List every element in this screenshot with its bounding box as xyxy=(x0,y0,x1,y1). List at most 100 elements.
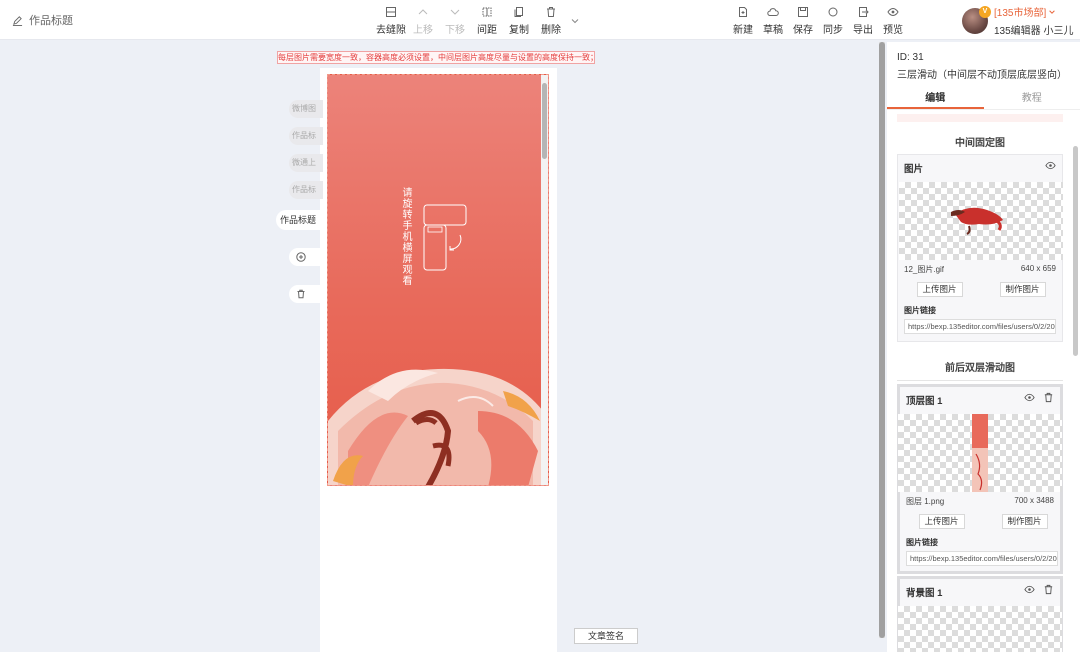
image-card: 图片 12_图片.gif 640 x 659 上传图片 制作图片 图片链接 ht… xyxy=(897,154,1063,342)
card-title: 顶层图 1 xyxy=(906,396,943,407)
eye-icon[interactable] xyxy=(1024,392,1035,403)
move-up-button[interactable]: 上移 xyxy=(410,4,436,36)
copy-icon xyxy=(514,7,523,17)
image-link-input[interactable]: https://bexp.135editor.com/files/users/0… xyxy=(904,319,1056,334)
spacing-icon xyxy=(482,7,492,17)
move-up-label: 上移 xyxy=(413,25,433,36)
arrow-down-icon xyxy=(450,9,460,15)
move-down-label: 下移 xyxy=(445,25,465,36)
export-label: 导出 xyxy=(853,25,873,36)
panel-divider xyxy=(897,114,1063,122)
eye-icon xyxy=(887,7,899,17)
rotate-phone-icon xyxy=(423,204,467,271)
file-tools: 新建 草稿 保存 同步 导出 预览 xyxy=(730,4,906,36)
spacing-label: 间距 xyxy=(477,25,497,36)
trash-icon[interactable] xyxy=(1043,584,1054,595)
cloud-icon xyxy=(767,8,779,16)
user-market-text: [135市场部] xyxy=(994,8,1047,19)
image-link-label: 图片链接 xyxy=(904,306,936,315)
remove-gap-label: 去缝隙 xyxy=(376,25,406,36)
eye-icon[interactable] xyxy=(1045,160,1056,171)
make-image-button[interactable]: 制作图片 xyxy=(1001,514,1048,529)
copy-button[interactable]: 复制 xyxy=(506,4,532,36)
image-link-input[interactable]: https://bexp.135editor.com/files/users/0… xyxy=(906,551,1058,566)
make-image-button[interactable]: 制作图片 xyxy=(999,282,1046,297)
trash-icon xyxy=(547,7,555,17)
image-thumbnail[interactable] xyxy=(898,606,1062,652)
sync-label: 同步 xyxy=(823,25,843,36)
avatar[interactable]: V xyxy=(962,5,991,34)
flower-illustration xyxy=(328,368,543,485)
doc-title-text: 作品标题 xyxy=(29,15,73,27)
delete-button[interactable]: 删除 xyxy=(538,4,564,36)
plus-circle-icon xyxy=(296,252,306,262)
user-market[interactable]: [135市场部] xyxy=(994,4,1073,19)
user-name: 135编辑器 小三儿 xyxy=(994,26,1074,37)
spacing-button[interactable]: 间距 xyxy=(474,4,500,36)
panel-tabs: 编辑 教程 xyxy=(887,90,1080,110)
new-label: 新建 xyxy=(733,25,753,36)
edit-tools: 去缝隙 上移 下移 间距 复制 删除 xyxy=(376,4,580,36)
eye-icon[interactable] xyxy=(1024,584,1035,595)
grid-icon xyxy=(386,7,396,17)
settings-panel: ID: 31 三层滑动（中间层不动顶层底层竖向） 编辑 教程 中间固定图 图片 … xyxy=(887,42,1080,652)
tab-tutorial[interactable]: 教程 xyxy=(984,90,1080,109)
delete-label: 删除 xyxy=(541,25,561,36)
new-button[interactable]: 新建 xyxy=(730,4,756,36)
remove-gap-button[interactable]: 去缝隙 xyxy=(376,4,406,36)
card-title: 背景图 1 xyxy=(906,588,943,599)
file-size: 640 x 659 xyxy=(1020,264,1056,273)
image-thumbnail[interactable] xyxy=(899,182,1063,260)
pencil-icon xyxy=(12,15,23,26)
chevron-down-icon[interactable] xyxy=(570,16,580,26)
preview-label: 预览 xyxy=(883,25,903,36)
top-layer-card: 顶层图 1 图层 1.png 700 x 3488 上传图片 制作图片 图片链接… xyxy=(897,384,1063,574)
section-title-double: 前后双层滑动图 xyxy=(897,359,1063,381)
section-title-fixed: 中间固定图 xyxy=(897,134,1063,156)
doc-title[interactable]: 作品标题 xyxy=(12,12,73,28)
panel-scrollbar[interactable] xyxy=(1073,146,1078,356)
side-tab-4[interactable]: 作品标 xyxy=(289,181,323,199)
top-toolbar: 作品标题 去缝隙 上移 下移 间距 复制 删除 新建 草稿 保存 同步 导出 预… xyxy=(0,0,1080,40)
trash-icon[interactable] xyxy=(1043,392,1054,403)
user-menu[interactable]: V [135市场部] 135编辑器 小三儿 xyxy=(962,4,1073,37)
sync-button[interactable]: 同步 xyxy=(820,4,846,36)
image-preview xyxy=(972,414,988,492)
move-down-button[interactable]: 下移 xyxy=(442,4,468,36)
draft-label: 草稿 xyxy=(763,25,783,36)
upload-image-button[interactable]: 上传图片 xyxy=(916,282,963,297)
trash-icon xyxy=(297,289,305,299)
export-icon xyxy=(859,7,869,17)
canvas-scrollbar[interactable] xyxy=(879,42,885,638)
background-layer-card: 背景图 1 xyxy=(897,576,1063,652)
chevron-down-icon xyxy=(1049,9,1056,14)
side-tab-2[interactable]: 作品标 xyxy=(289,127,323,145)
save-label: 保存 xyxy=(793,25,813,36)
template-id: ID: 31 xyxy=(897,52,924,63)
side-tab-3[interactable]: 微通上 xyxy=(289,154,323,172)
save-button[interactable]: 保存 xyxy=(790,4,816,36)
file-name: 图层 1.png xyxy=(906,497,945,506)
side-tab-1[interactable]: 微博图 xyxy=(289,100,323,118)
phone-scrollbar[interactable] xyxy=(541,75,548,485)
sync-icon xyxy=(828,7,838,17)
template-description: 三层滑动（中间层不动顶层底层竖向） xyxy=(897,70,1067,81)
add-section-button[interactable] xyxy=(289,248,323,266)
new-file-icon xyxy=(739,7,747,17)
side-tab-active[interactable]: 作品标题 xyxy=(276,210,322,230)
delete-section-button[interactable] xyxy=(289,285,323,303)
draft-button[interactable]: 草稿 xyxy=(760,4,786,36)
article-sign-button[interactable]: 文章签名 xyxy=(574,628,638,644)
upload-image-button[interactable]: 上传图片 xyxy=(918,514,965,529)
image-thumbnail[interactable] xyxy=(898,414,1062,492)
tab-edit[interactable]: 编辑 xyxy=(887,90,984,109)
copy-label: 复制 xyxy=(509,25,529,36)
file-name: 12_图片.gif xyxy=(904,265,945,274)
export-button[interactable]: 导出 xyxy=(850,4,876,36)
image-preview xyxy=(951,207,1003,235)
vip-badge: V xyxy=(979,5,991,18)
image-link-label: 图片链接 xyxy=(906,538,938,547)
phone-preview[interactable]: 请旋转手机横屏观看 xyxy=(327,74,549,486)
rotate-hint-text: 请旋转手机横屏观看 xyxy=(400,187,411,286)
preview-button[interactable]: 预览 xyxy=(880,4,906,36)
